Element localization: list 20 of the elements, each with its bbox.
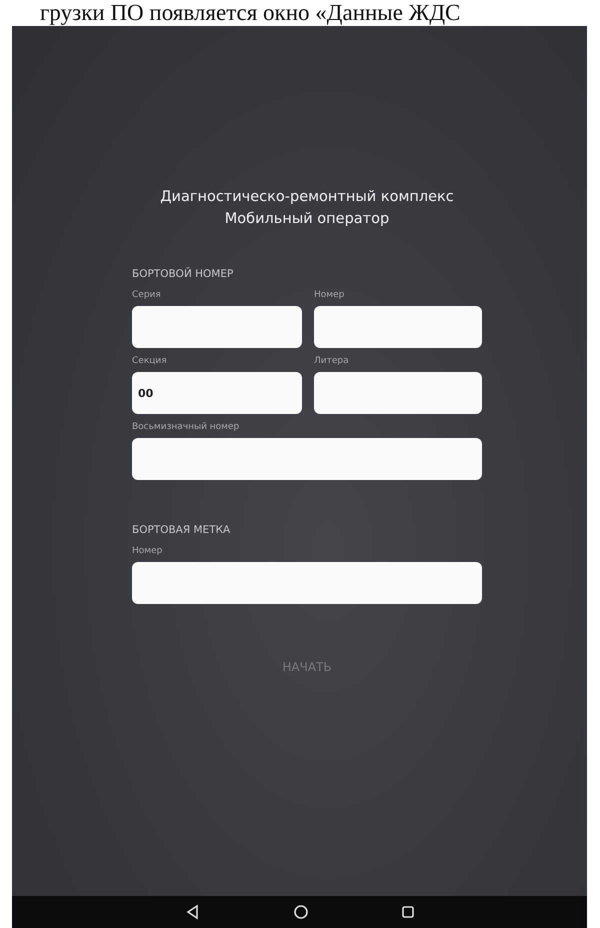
input-field[interactable]: [132, 306, 302, 348]
section-heading: БОРТОВОЙ НОМЕР: [132, 268, 234, 280]
home-icon[interactable]: [292, 904, 308, 920]
field-label: Номер: [132, 546, 164, 556]
input-field[interactable]: [314, 306, 482, 348]
app-title: Диагностическо-ремонтный комплекс: [159, 188, 455, 207]
input-field[interactable]: [132, 438, 482, 480]
input-field[interactable]: [132, 562, 482, 604]
recents-icon[interactable]: [400, 905, 414, 919]
app-title: Мобильный оператор: [224, 210, 390, 229]
field-label: Литера: [314, 356, 350, 366]
input-field[interactable]: [314, 372, 482, 414]
field-label: Секция: [132, 356, 168, 366]
field-label: Номер: [314, 290, 346, 300]
section-heading: БОРТОВАЯ МЕТКА: [132, 524, 232, 536]
field-label: Восьмизначный номер: [132, 422, 240, 432]
field-label: Серия: [132, 290, 162, 300]
document-text: грузки ПО появляется окно «Данные ЖДС: [39, 0, 462, 26]
back-icon[interactable]: [184, 904, 200, 920]
input-field[interactable]: 00: [132, 372, 302, 414]
